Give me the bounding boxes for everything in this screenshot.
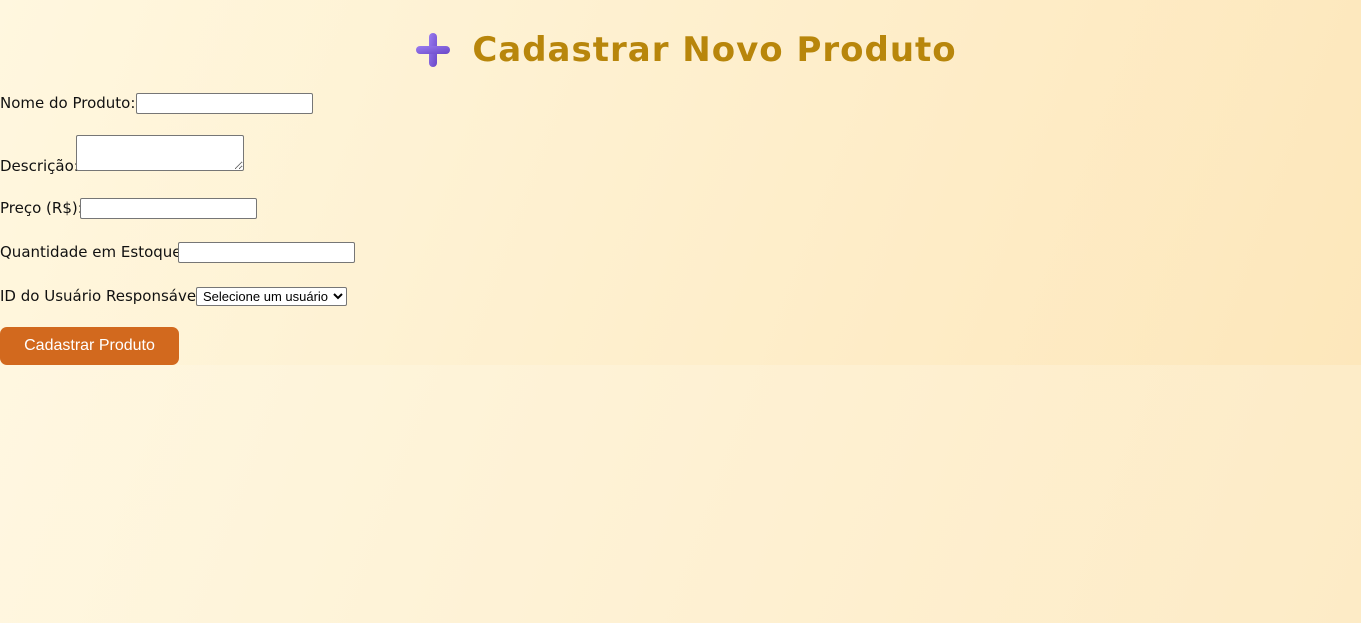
usuario-label: ID do Usuário Responsável: xyxy=(0,287,206,305)
preco-input[interactable] xyxy=(80,198,257,219)
plus-icon xyxy=(416,33,451,67)
nome-label: Nome do Produto: xyxy=(0,94,136,112)
quantidade-label: Quantidade em Estoque: xyxy=(0,243,187,261)
descricao-label: Descrição: xyxy=(0,157,79,175)
nome-input[interactable] xyxy=(136,93,313,114)
quantidade-input[interactable] xyxy=(178,242,355,263)
usuario-select[interactable]: Selecione um usuário xyxy=(196,287,347,306)
page-header: Cadastrar Novo Produto xyxy=(0,28,1361,72)
cadastrar-produto-button[interactable]: Cadastrar Produto xyxy=(0,327,179,365)
preco-label: Preço (R$): xyxy=(0,199,83,217)
page-title: Cadastrar Novo Produto xyxy=(472,30,957,70)
descricao-textarea[interactable] xyxy=(76,135,244,171)
